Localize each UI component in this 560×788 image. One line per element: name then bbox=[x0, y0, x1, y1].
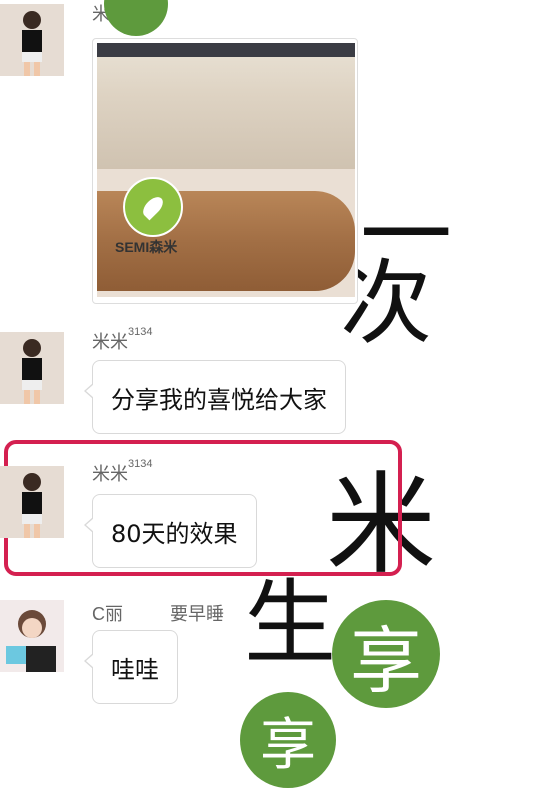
top-green-circle bbox=[104, 0, 168, 36]
semi-logo-icon bbox=[123, 177, 183, 237]
avatar[interactable] bbox=[0, 332, 64, 404]
message-text: 80天的效果 bbox=[111, 519, 238, 548]
sender-name: 米米3134 bbox=[92, 326, 153, 352]
message-bubble[interactable]: 哇哇 bbox=[84, 630, 178, 704]
avatar[interactable] bbox=[0, 4, 64, 76]
avatar[interactable] bbox=[0, 600, 64, 672]
background-circle-xiang-bottom: 享 bbox=[240, 692, 336, 788]
image-message[interactable]: SEMI森米 bbox=[92, 38, 358, 304]
avatar[interactable] bbox=[0, 466, 64, 538]
sender-name: 米米3134 bbox=[92, 458, 153, 484]
semi-logo-text: SEMI森米 bbox=[115, 239, 178, 255]
background-circle-xiang: 享 bbox=[332, 600, 440, 708]
before-photo bbox=[97, 43, 355, 171]
background-char-sheng: 生 bbox=[244, 570, 337, 677]
sender-status: 要早睡 bbox=[170, 604, 224, 624]
sender-name: C丽 bbox=[92, 604, 123, 624]
message-text: 哇哇 bbox=[111, 655, 159, 684]
message-bubble[interactable]: 分享我的喜悦给大家 bbox=[84, 360, 346, 434]
message-text: 分享我的喜悦给大家 bbox=[111, 385, 327, 414]
message-bubble[interactable]: 80天的效果 bbox=[84, 494, 257, 568]
